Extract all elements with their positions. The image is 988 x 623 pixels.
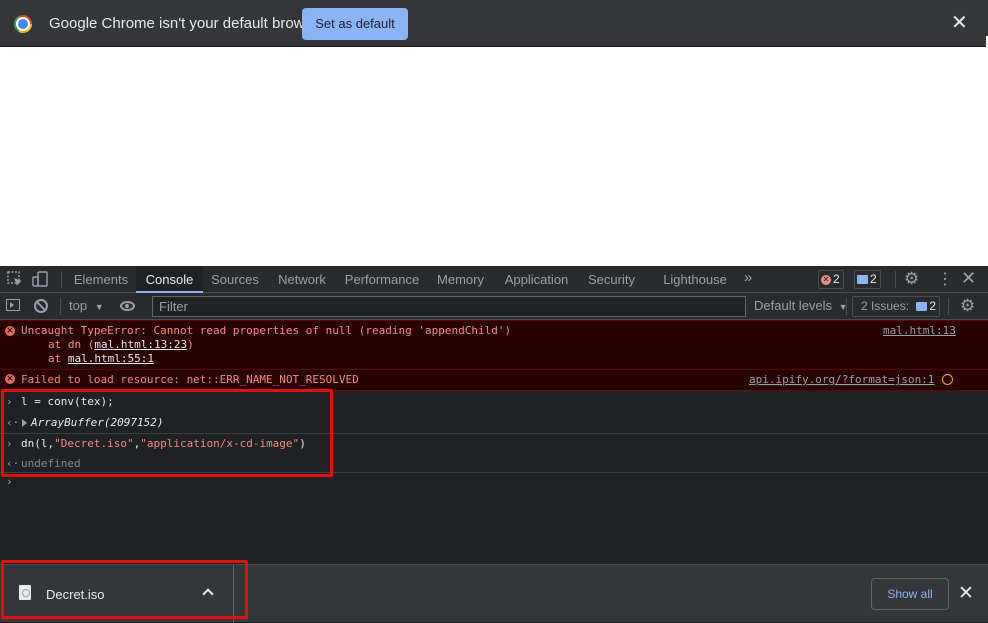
issues-label: 2 Issues:: [861, 299, 910, 313]
console-messages[interactable]: ✕ Uncaught TypeError: Cannot read proper…: [0, 320, 988, 564]
inspect-element-icon[interactable]: [6, 270, 24, 288]
message-count: 2: [870, 272, 877, 286]
network-request-icon[interactable]: [942, 374, 953, 385]
tab-performance[interactable]: Performance: [338, 266, 426, 293]
issues-button[interactable]: 2 Issues: 2: [852, 296, 940, 317]
stack-frame: at mal.html:55:1: [48, 352, 154, 365]
toolbar-divider: [846, 298, 847, 315]
context-selector[interactable]: top ▼: [69, 298, 104, 313]
clear-console-icon[interactable]: [34, 299, 48, 313]
highlight-annotation: [1, 389, 333, 477]
infobar-close-icon[interactable]: ✕: [951, 12, 968, 34]
stack-link[interactable]: mal.html:55:1: [68, 352, 154, 365]
stack-link[interactable]: mal.html:13:23: [94, 338, 187, 351]
message-icon: [857, 275, 868, 285]
tab-lighthouse[interactable]: Lighthouse: [653, 266, 737, 293]
close-devtools-icon[interactable]: ✕: [961, 268, 976, 289]
tab-sources[interactable]: Sources: [204, 266, 266, 293]
tab-application[interactable]: Application: [495, 266, 578, 293]
message-count-badge[interactable]: 2: [854, 270, 881, 289]
stack-frame: at dn (mal.html:13:23): [48, 338, 194, 351]
tab-security[interactable]: Security: [579, 266, 644, 293]
more-tabs-icon[interactable]: »: [744, 269, 752, 286]
toolbar-divider: [61, 271, 62, 288]
log-levels-label: Default levels: [754, 298, 833, 313]
page-viewport[interactable]: [0, 47, 986, 266]
tab-elements[interactable]: Elements: [67, 266, 135, 293]
live-expression-eye-icon[interactable]: [120, 301, 135, 311]
chrome-logo-icon: [14, 15, 32, 33]
console-error-message[interactable]: ✕ Uncaught TypeError: Cannot read proper…: [0, 320, 988, 370]
settings-gear-icon[interactable]: ⚙: [904, 269, 919, 289]
set-as-default-button[interactable]: Set as default: [302, 8, 408, 40]
toolbar-divider: [60, 298, 61, 315]
chevron-down-icon: ▼: [94, 302, 104, 312]
default-browser-infobar: Google Chrome isn't your default browser…: [0, 0, 988, 47]
close-shelf-icon[interactable]: ✕: [958, 582, 974, 605]
source-link[interactable]: mal.html:13: [883, 324, 956, 337]
error-icon: ✕: [5, 374, 15, 384]
console-error-message[interactable]: ✕ Failed to load resource: net::ERR_NAME…: [0, 369, 988, 391]
tab-memory[interactable]: Memory: [427, 266, 494, 293]
error-icon: ✕: [821, 274, 831, 285]
infobar-message: Google Chrome isn't your default browser: [49, 15, 326, 32]
devtools-tabbar: Elements Console Sources Network Perform…: [0, 266, 988, 293]
error-text: Uncaught TypeError: Cannot read properti…: [21, 324, 512, 337]
source-link[interactable]: api.ipify.org/?format=json:1: [749, 373, 934, 386]
toolbar-divider: [895, 271, 896, 288]
log-levels-dropdown[interactable]: Default levels ▼: [754, 298, 848, 313]
error-count-badge[interactable]: ✕ 2: [818, 270, 844, 289]
show-sidebar-icon[interactable]: [6, 299, 20, 311]
error-count: 2: [833, 272, 840, 286]
context-label: top: [69, 298, 88, 313]
error-icon: ✕: [5, 326, 15, 336]
filter-input[interactable]: [152, 296, 746, 317]
toolbar-divider: [948, 298, 949, 315]
device-toolbar-icon[interactable]: [31, 270, 49, 288]
console-toolbar: top ▼ Default levels ▼ 2 Issues: 2 ⚙: [0, 293, 988, 320]
tab-network[interactable]: Network: [267, 266, 337, 293]
issue-icon: [916, 302, 928, 312]
error-text: Failed to load resource: net::ERR_NAME_N…: [21, 373, 359, 386]
tab-console[interactable]: Console: [136, 266, 203, 293]
highlight-annotation: [1, 560, 248, 619]
show-all-button[interactable]: Show all: [871, 578, 949, 610]
issues-count: 2: [929, 299, 937, 313]
more-options-icon[interactable]: ⋮: [937, 269, 953, 289]
console-settings-gear-icon[interactable]: ⚙: [960, 296, 975, 316]
